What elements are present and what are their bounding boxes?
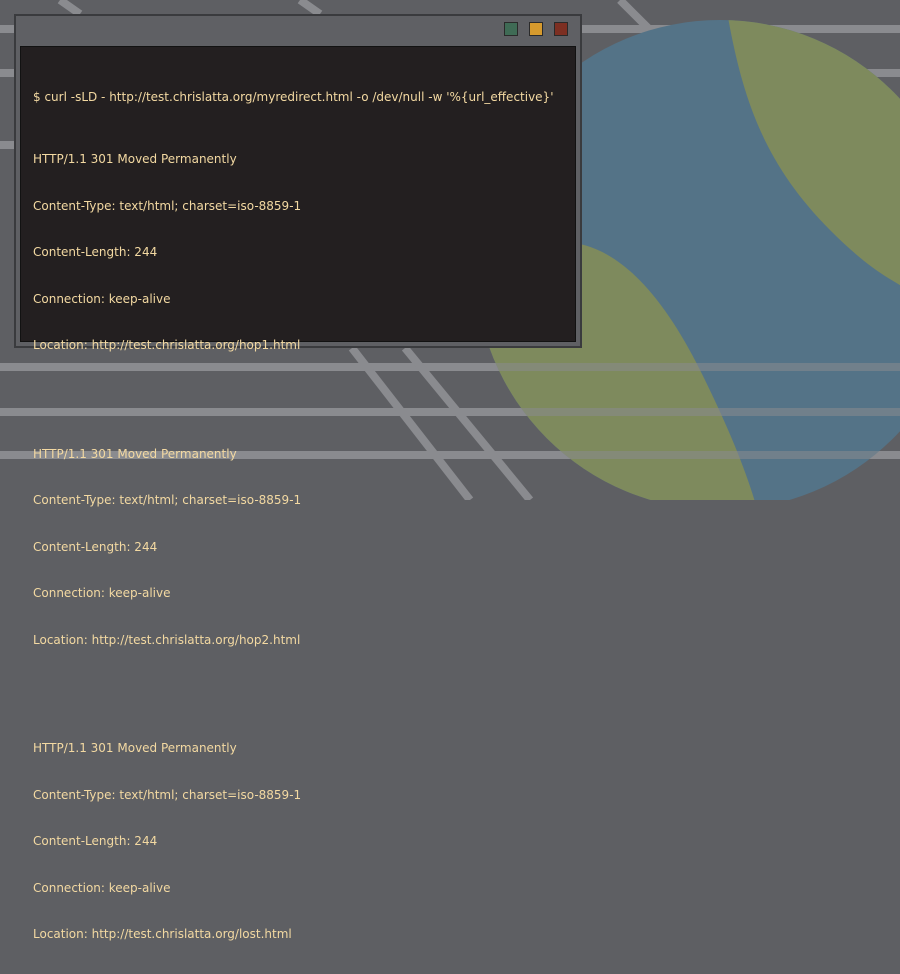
response-3-status: HTTP/1.1 301 Moved Permanently	[33, 741, 237, 755]
response-3-content-type: Content-Type: text/html; charset=iso-885…	[33, 787, 302, 802]
response-1-status: HTTP/1.1 301 Moved Permanently	[33, 152, 237, 166]
red-window-button[interactable]	[554, 22, 568, 36]
response-2-status: HTTP/1.1 301 Moved Permanently	[33, 446, 237, 461]
response-2-location: Location: http://test.chrislatta.org/hop…	[33, 632, 301, 647]
response-2-content-length: Content-Length: 244	[33, 539, 158, 554]
response-3-connection: Connection: keep-alive	[33, 880, 171, 895]
response-2-connection: Connection: keep-alive	[33, 586, 171, 600]
yellow-window-button[interactable]	[529, 22, 543, 36]
terminal-output[interactable]: $ curl -sLD - http://test.chrislatta.org…	[20, 46, 576, 941]
response-3-content-length: Content-Length: 244	[33, 834, 158, 848]
terminal-window: $ curl -sLD - http://test.chrislatta.org…	[14, 14, 582, 941]
response-1-location: Location: http://test.chrislatta.org/hop…	[33, 338, 301, 352]
response-2-content-type: Content-Type: text/html; charset=iso-885…	[33, 493, 302, 507]
response-1-connection: Connection: keep-alive	[33, 291, 171, 306]
green-window-button[interactable]	[504, 22, 518, 36]
command-line: $ curl -sLD - http://test.chrislatta.org…	[33, 90, 554, 104]
response-1-content-length: Content-Length: 244	[33, 245, 158, 259]
response-3-location: Location: http://test.chrislatta.org/los…	[33, 927, 292, 941]
response-1-content-type: Content-Type: text/html; charset=iso-885…	[33, 198, 302, 213]
window-titlebar	[16, 16, 580, 44]
